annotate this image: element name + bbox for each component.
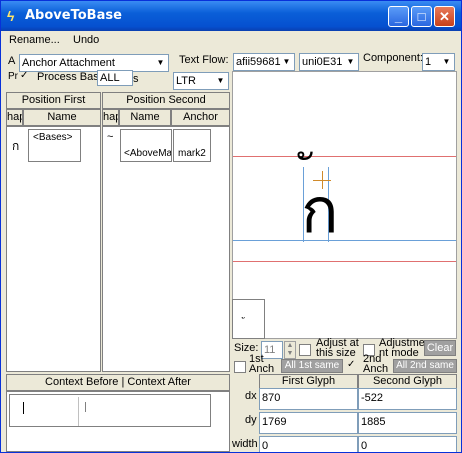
process-bases-checkbox[interactable]: ✓ [20, 71, 30, 81]
first-anchor-checkbox[interactable] [234, 361, 246, 373]
text-flow-value: LTR [176, 75, 196, 87]
chevron-down-icon: ▼ [282, 57, 291, 66]
first-shape-header: hap [6, 109, 23, 126]
dx-label: dx [245, 390, 257, 402]
minimize-icon: _ [394, 9, 403, 24]
menu-bar: Rename... Undo [1, 31, 461, 51]
width-label: width [232, 438, 258, 450]
second-glyph-select[interactable]: uni0E31 ▼ [299, 53, 359, 71]
lookup-type-label: A [8, 55, 16, 67]
adjust-at-size-label: Adjust at this size [316, 337, 359, 359]
title-bar[interactable]: ϟ AboveToBase _ □ ✕ [1, 1, 461, 31]
all-first-same-button[interactable]: All 1st same [281, 359, 343, 373]
process-bases-value: ALL [100, 72, 120, 84]
component-label: Component: [363, 52, 423, 64]
first-name-header: Name [23, 109, 101, 126]
second-name-header: Name [119, 109, 171, 126]
chevron-down-icon: ▼ [442, 57, 451, 66]
maximize-button[interactable]: □ [411, 6, 432, 27]
chevron-down-icon: ▼ [156, 58, 165, 67]
context-before-cursor [23, 402, 24, 414]
second-row-anchor[interactable]: mark2 [173, 129, 211, 162]
second-width-field[interactable]: 0 [358, 436, 457, 452]
second-width-value: 0 [361, 440, 368, 452]
process-field-tail: s [133, 73, 139, 85]
lookup-type-select[interactable]: Anchor Attachment ▼ [19, 54, 169, 72]
anchor-marker-v [322, 171, 323, 189]
context-divider [78, 397, 79, 426]
first-glyph-select[interactable]: afii59681 ▼ [233, 53, 295, 71]
process-bases-label: Process Bas [37, 71, 99, 83]
second-dy-field[interactable]: 1885 [358, 412, 457, 434]
first-glyph-value: afii59681 [236, 56, 281, 68]
first-dy-field[interactable]: 1769 [259, 412, 358, 434]
close-button[interactable]: ✕ [434, 6, 455, 27]
all-second-same-button[interactable]: All 2nd same [393, 359, 457, 373]
second-shape-header: hap [102, 109, 119, 126]
first-dy-value: 1769 [262, 416, 287, 428]
first-width-value: 0 [262, 440, 269, 452]
dy-label: dy [245, 414, 257, 426]
adjust-at-size-checkbox[interactable] [299, 344, 311, 356]
second-row-name[interactable]: <AboveMa [120, 129, 172, 162]
chevron-down-icon: ▼ [346, 57, 355, 66]
position-second-header: Position Second [102, 92, 230, 109]
first-dx-field[interactable]: 870 [259, 388, 358, 410]
lightning-icon: ϟ [7, 8, 15, 24]
close-icon: ✕ [439, 9, 450, 24]
position-first-header: Position First [6, 92, 101, 109]
text-flow-label: Text Flow: [179, 54, 229, 66]
context-panel [6, 391, 230, 452]
window-title: AboveToBase [25, 8, 122, 23]
second-glyph-header: Second Glyph [358, 374, 457, 389]
lookup-type-value: Anchor Attachment [22, 57, 115, 69]
size-spinner[interactable]: ▲ ▼ [284, 341, 296, 359]
component-select[interactable]: 1 ▼ [422, 53, 455, 71]
first-glyph-header: First Glyph [259, 374, 358, 389]
menu-undo[interactable]: Undo [73, 34, 99, 46]
second-anchor-label: 2nd Anch [363, 353, 389, 375]
first-anchor-label: 1st Anch [249, 353, 275, 375]
first-row-name[interactable]: <Bases> [28, 129, 81, 162]
process-bases-field[interactable]: ALL [97, 70, 133, 86]
glyph-preview-area[interactable]: ก ั ั [232, 71, 457, 339]
second-glyph-value: uni0E31 [302, 56, 343, 68]
ascender-line [233, 156, 456, 157]
descender-line [233, 261, 456, 262]
second-dx-value: -522 [361, 392, 384, 404]
maximize-icon: □ [417, 9, 426, 24]
position-second-list[interactable]: ~ <AboveMa mark2 [102, 126, 230, 372]
second-anchor-header: Anchor [171, 109, 230, 126]
position-first-list[interactable]: ก <Bases> [6, 126, 101, 372]
menu-rename[interactable]: Rename... [9, 34, 60, 46]
component-value: 1 [425, 56, 432, 68]
process-prefix-label: Pr [8, 71, 18, 82]
app-window: ϟ AboveToBase _ □ ✕ Rename... Undo A Anc… [0, 0, 462, 453]
first-dx-value: 870 [262, 392, 281, 404]
minimize-button[interactable]: _ [388, 6, 409, 27]
baseline-line [233, 240, 456, 241]
text-flow-select[interactable]: LTR ▼ [173, 72, 229, 90]
context-after-cursor [85, 402, 86, 412]
first-row-glyph: ก [12, 139, 20, 153]
base-glyph-preview: ก [301, 174, 339, 247]
second-dy-value: 1885 [361, 416, 386, 428]
chevron-down-icon: ▼ [216, 76, 225, 85]
clear-button[interactable]: Clear [424, 340, 456, 356]
second-anchor-checkbox[interactable]: ✓ [347, 360, 357, 370]
first-width-field[interactable]: 0 [259, 436, 358, 452]
context-header: Context Before | Context After [6, 374, 230, 391]
context-field[interactable] [9, 394, 211, 427]
preview-thumbnail: ั [232, 299, 265, 339]
second-row-glyph: ~ [107, 131, 114, 143]
second-dx-field[interactable]: -522 [358, 388, 457, 410]
